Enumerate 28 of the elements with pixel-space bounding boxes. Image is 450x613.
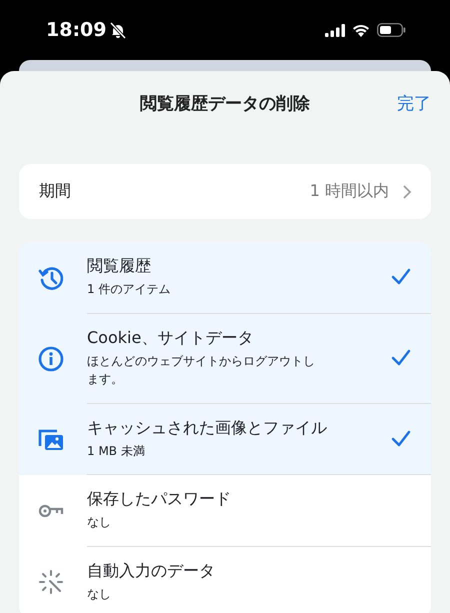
item-title: 自動入力のデータ	[87, 560, 216, 582]
checkmark-icon	[391, 268, 411, 286]
chevron-icon	[403, 184, 411, 198]
info-icon	[37, 344, 65, 373]
sparkle-wand-icon	[37, 568, 65, 596]
item-title: Cookie、サイトデータ	[87, 328, 254, 349]
battery-icon	[377, 23, 406, 37]
item-subtitle: なし	[87, 586, 112, 603]
item-subtitle: 1 MB 未満	[87, 442, 146, 460]
sheet-title: 閲覧履歴データの削除	[140, 92, 310, 114]
item-subtitle: なし	[87, 514, 112, 532]
checkmark-icon	[391, 430, 411, 448]
data-type-row[interactable]: Cookie、サイトデータ ほとんどのウェブサイトからログアウトします。	[19, 314, 431, 404]
period-value: 1 時間以内	[310, 181, 389, 202]
period-label: 期間	[39, 181, 72, 202]
item-subtitle: 1 件のアイテム	[87, 281, 172, 298]
item-title: 閲覧履歴	[87, 256, 152, 277]
item-title: キャッシュされた画像とファイル	[87, 418, 328, 439]
item-title: 保存したパスワード	[87, 489, 232, 510]
checkmark-icon	[391, 349, 411, 368]
item-subtitle: ほとんどのウェブサイトからログアウトします。	[87, 352, 316, 388]
signal-icon	[325, 24, 345, 36]
period-row[interactable]: 期間 1 時間以内	[19, 164, 431, 219]
done-button[interactable]: 完了	[397, 92, 431, 114]
wifi-icon	[352, 24, 370, 36]
data-type-row[interactable]: キャッシュされた画像とファイル 1 MB 未満	[19, 404, 431, 476]
data-type-row[interactable]: 閲覧履歴 1 件のアイテム	[19, 242, 431, 314]
clock-time: 18:09	[46, 19, 106, 41]
